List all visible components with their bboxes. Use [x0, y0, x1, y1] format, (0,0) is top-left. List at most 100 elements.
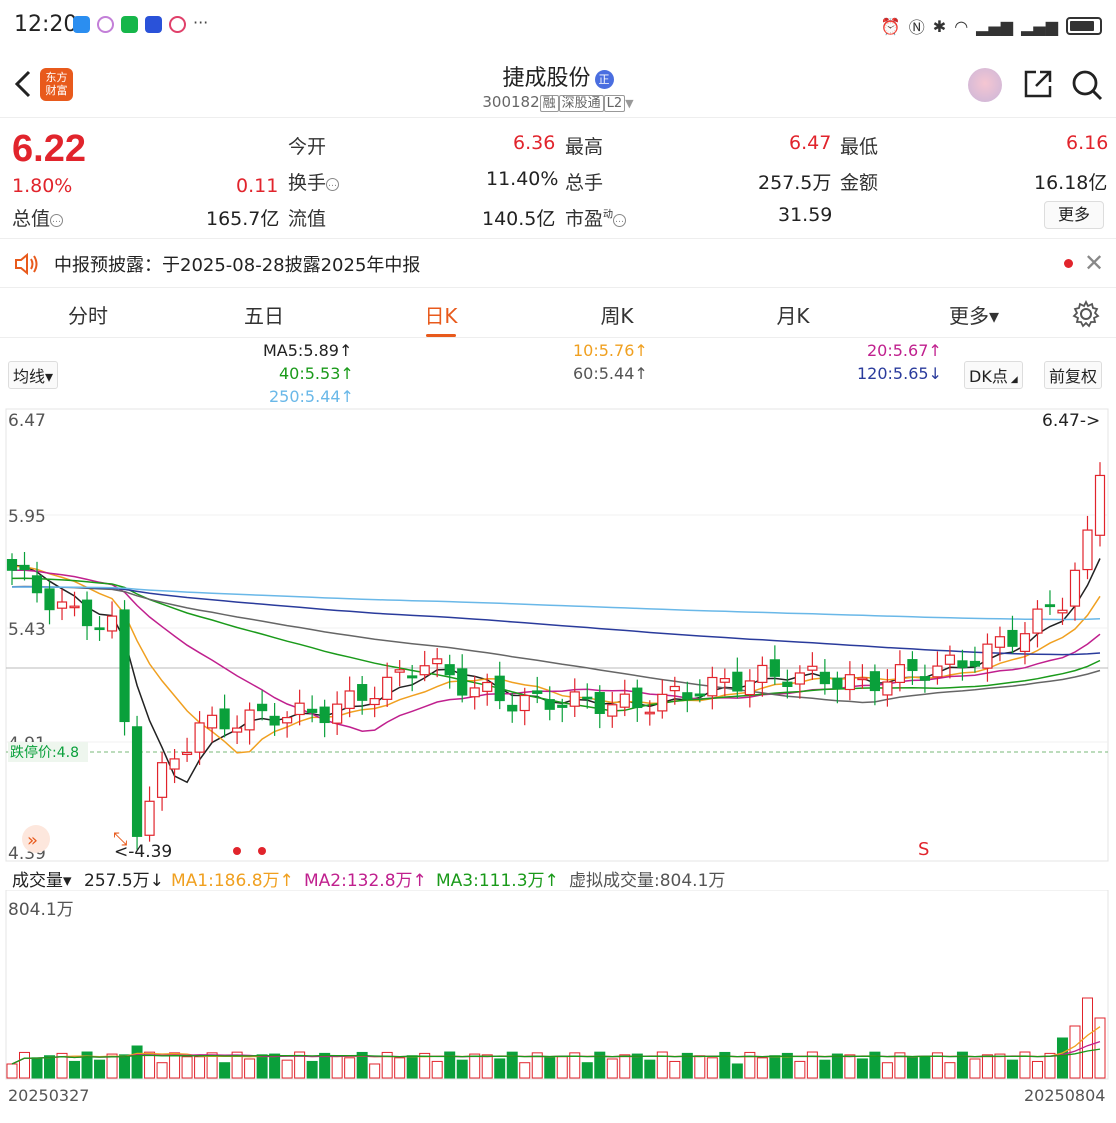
signal-dot[interactable] — [233, 847, 241, 855]
dk-point-button[interactable]: DK点 ◢ — [964, 361, 1023, 389]
volume-ma2: MA2:132.8万↑ — [304, 871, 427, 891]
chart-frame — [5, 408, 1109, 862]
candle-body — [344, 690, 355, 709]
volume-bar — [406, 1055, 418, 1079]
dropdown-icon[interactable]: ▼ — [625, 97, 633, 110]
candle-body — [444, 664, 455, 676]
candle-body — [969, 660, 981, 667]
candle-body — [131, 726, 143, 837]
period-tabs: 分时 五日 日K 周K 月K 更多▾ — [0, 288, 1116, 338]
tab-monthly-k[interactable]: 月K — [743, 300, 843, 329]
volume-ma3: MA3:111.3万↑ — [436, 871, 559, 891]
notice-bar[interactable]: 中报预披露：于2025-08-28披露2025年中报 ✕ — [0, 238, 1116, 288]
volume-bar — [544, 1056, 556, 1079]
end-date: 20250804 — [1024, 1086, 1106, 1105]
eastmoney-logo[interactable]: 东方 财富 — [40, 68, 73, 101]
candle-body — [307, 708, 318, 713]
volume-chart[interactable]: 804.1万 — [0, 890, 1116, 1080]
tab-daily-k[interactable]: 日K — [391, 300, 491, 329]
candle-body — [1019, 633, 1031, 652]
volume-bar — [219, 1062, 231, 1079]
back-icon[interactable] — [14, 70, 32, 98]
ma10-legend: 10:5.76↑ — [573, 341, 648, 360]
volume-bar — [94, 1059, 106, 1079]
close-icon[interactable]: ✕ — [1084, 249, 1104, 277]
volume-bar — [119, 1054, 131, 1079]
bluetooth-icon: ✱ — [932, 16, 947, 36]
zoom-arrow-icon[interactable]: ⤡ — [113, 829, 127, 850]
volume-bar — [456, 1059, 468, 1079]
turnover-label: 换手… — [288, 172, 340, 194]
candle-body — [1094, 474, 1106, 536]
candle-body — [1082, 529, 1093, 571]
volume-bar — [794, 1060, 806, 1079]
candle-body — [719, 678, 730, 683]
expand-icon[interactable]: » — [22, 825, 50, 853]
volume-bar — [481, 1054, 493, 1079]
turnover-value: 11.40% — [486, 168, 559, 190]
candle-body — [319, 706, 330, 724]
ma5-legend: MA5:5.89↑ — [263, 341, 353, 360]
unread-dot — [1064, 259, 1073, 268]
low-value: 6.16 — [1066, 132, 1109, 154]
search-icon[interactable] — [1070, 68, 1104, 102]
candle-body — [957, 660, 968, 668]
virtual-volume: 虚拟成交量:804.1万 — [569, 871, 726, 891]
candle-body — [382, 676, 393, 700]
candle-body — [244, 709, 255, 731]
forward-adjust-button[interactable]: 前复权 — [1044, 361, 1103, 389]
open-label: 今开 — [288, 136, 327, 158]
candle-body — [807, 665, 818, 671]
ma120-legend: 120:5.65↓ — [857, 364, 942, 383]
ma40-legend: 40:5.53↑ — [279, 364, 354, 383]
svg-text:»: » — [27, 830, 38, 851]
candle-body — [194, 722, 205, 753]
candle-body — [619, 693, 630, 708]
tab-more[interactable]: 更多▾ — [924, 300, 1024, 329]
volume-bar — [181, 1056, 193, 1079]
tab-weekly-k[interactable]: 周K — [567, 300, 667, 329]
volume-bar — [156, 1062, 168, 1079]
sell-signal[interactable]: S — [918, 839, 929, 860]
margin-tag: 融 — [539, 95, 559, 112]
l2-tag: L2 — [603, 95, 626, 112]
candle-body — [1057, 609, 1068, 614]
candle-body — [869, 671, 880, 692]
signal-icon: ▂▄▆ — [976, 16, 1014, 36]
candle-body — [594, 691, 605, 714]
volume-bar — [281, 1059, 293, 1079]
candle-body — [294, 702, 305, 716]
gear-icon[interactable] — [1072, 300, 1100, 328]
candle-body — [919, 676, 931, 681]
ma60-line — [11, 585, 1101, 704]
candle-body — [857, 677, 868, 681]
candle-body — [1069, 569, 1081, 607]
candle-body — [469, 687, 480, 698]
share-icon[interactable] — [1022, 68, 1054, 100]
volume-bar — [331, 1055, 343, 1079]
volume-max-label: 804.1万 — [8, 900, 74, 920]
wifi-icon: ◠ — [954, 16, 969, 36]
candle-body — [257, 703, 268, 712]
candle-body — [769, 659, 780, 677]
volume-bar — [981, 1054, 993, 1079]
volume-indicator-selector[interactable]: 成交量▾ — [8, 865, 76, 892]
more-quote-button[interactable]: 更多 — [1044, 201, 1104, 229]
candle-body — [6, 559, 18, 571]
candlestick-chart[interactable]: 6.47 5.95 5.43 4.91 4.39 跌停价:4.8 6.47-> … — [0, 408, 1116, 863]
signal-dot[interactable] — [258, 847, 266, 855]
candle-body — [394, 669, 405, 673]
tab-intraday[interactable]: 分时 — [38, 300, 138, 329]
candle-body — [56, 601, 68, 609]
zheng-badge: 正 — [594, 70, 614, 89]
flower-app-icon — [97, 16, 114, 33]
assistant-avatar[interactable] — [968, 68, 1002, 102]
high-label: 最高 — [565, 136, 604, 158]
candle-body — [632, 687, 643, 709]
indicator-selector[interactable]: 均线▾ — [8, 361, 59, 389]
change-amt: 0.11 — [236, 175, 279, 197]
tab-five-day[interactable]: 五日 — [214, 300, 314, 329]
limit-down-label: 跌停价:4.8 — [10, 744, 79, 761]
volume-bar — [944, 1062, 956, 1079]
volume-bar — [131, 1045, 143, 1079]
